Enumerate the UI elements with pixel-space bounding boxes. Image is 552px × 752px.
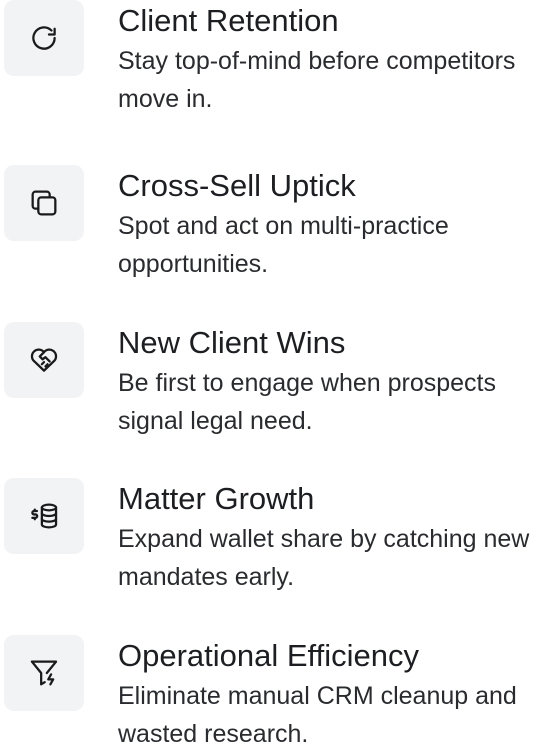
refresh-icon bbox=[4, 0, 84, 76]
feature-title: Cross-Sell Uptick bbox=[118, 168, 356, 203]
feature-title: New Client Wins bbox=[118, 325, 346, 360]
funnel-bolt-icon bbox=[4, 635, 84, 711]
feature-item-operational-efficiency: Operational Efficiency Eliminate manual … bbox=[0, 635, 552, 752]
feature-item-matter-growth: Matter Growth Expand wallet share by cat… bbox=[0, 478, 552, 618]
feature-list: Client Retention Stay top-of-mind before… bbox=[0, 0, 552, 752]
feature-description: Stay top-of-mind before competitors move… bbox=[118, 47, 516, 113]
feature-item-cross-sell: Cross-Sell Uptick Spot and act on multi-… bbox=[0, 165, 552, 305]
feature-description: Be first to engage when prospects signal… bbox=[118, 369, 497, 435]
feature-item-client-retention: Client Retention Stay top-of-mind before… bbox=[0, 0, 552, 140]
coins-database-icon bbox=[4, 478, 84, 554]
feature-title: Operational Efficiency bbox=[118, 638, 419, 673]
copy-icon bbox=[4, 165, 84, 241]
handshake-icon bbox=[4, 322, 84, 398]
feature-description: Expand wallet share by catching new mand… bbox=[118, 525, 530, 591]
feature-description: Spot and act on multi-practice opportuni… bbox=[118, 212, 449, 278]
feature-item-new-client-wins: New Client Wins Be first to engage when … bbox=[0, 322, 552, 462]
feature-description: Eliminate manual CRM cleanup and wasted … bbox=[118, 682, 517, 748]
feature-title: Client Retention bbox=[118, 3, 339, 38]
feature-title: Matter Growth bbox=[118, 481, 315, 516]
